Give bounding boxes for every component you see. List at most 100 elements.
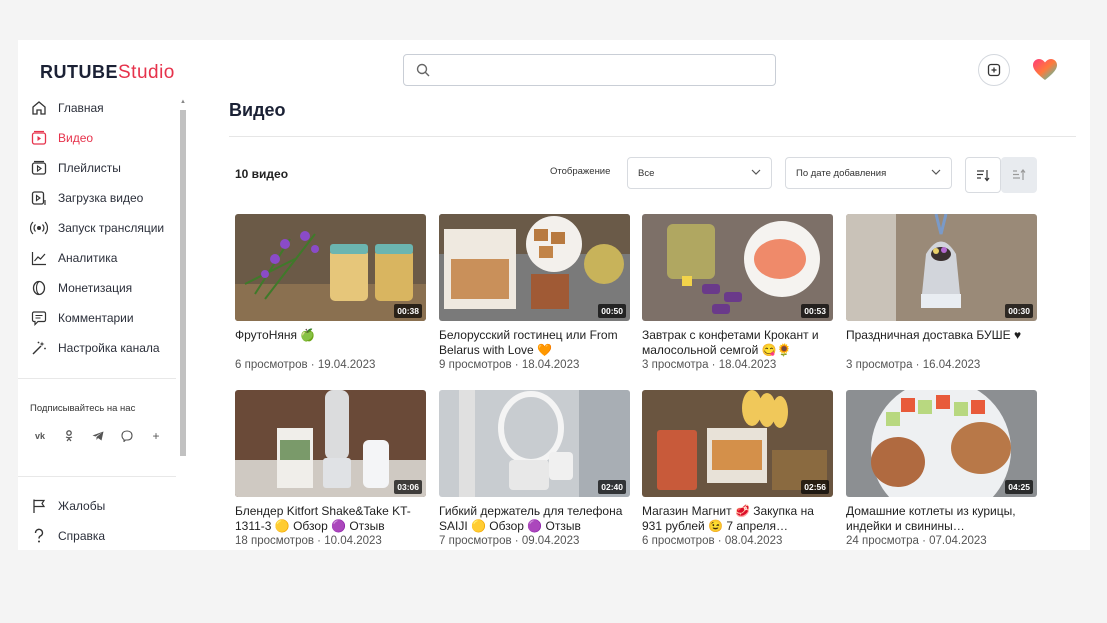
sidebar-item-playlists[interactable]: Плейлисты bbox=[30, 156, 121, 180]
sidebar-item-channel-settings[interactable]: Настройка канала bbox=[30, 336, 160, 360]
heart-avatar-icon[interactable] bbox=[1032, 58, 1058, 87]
sidebar-item-broadcast[interactable]: Запуск трансляции bbox=[30, 216, 164, 240]
monetization-icon bbox=[30, 279, 48, 297]
video-card[interactable]: 03:06 Блендер Kitfort Shake&Take KT-1311… bbox=[235, 390, 426, 547]
scroll-up-arrow-icon[interactable]: ▲ bbox=[180, 99, 186, 105]
video-thumbnail[interactable]: 00:50 bbox=[439, 214, 630, 321]
sidebar-item-analytics[interactable]: Аналитика bbox=[30, 246, 117, 270]
sort-select[interactable]: По дате добавления bbox=[785, 157, 952, 189]
plus-icon[interactable]: + bbox=[146, 426, 166, 446]
video-thumbnail[interactable]: 00:38 bbox=[235, 214, 426, 321]
sidebar-item-label: Главная bbox=[58, 101, 104, 115]
sidebar-item-upload-video[interactable]: Загрузка видео bbox=[30, 186, 143, 210]
video-meta: 3 просмотра · 16.04.2023 bbox=[846, 359, 981, 371]
sidebar-item-video[interactable]: Видео bbox=[30, 126, 93, 150]
video-icon bbox=[30, 129, 48, 147]
title-divider bbox=[229, 136, 1076, 137]
video-duration: 02:40 bbox=[598, 480, 626, 494]
page-title: Видео bbox=[229, 100, 286, 120]
video-views: 18 просмотров bbox=[235, 535, 314, 547]
video-thumbnail[interactable]: 03:06 bbox=[235, 390, 426, 497]
logo-text-studio: Studio bbox=[118, 62, 175, 83]
scrollbar-thumb[interactable] bbox=[180, 110, 186, 456]
video-card[interactable]: 00:53 Завтрак с конфетами Крокант и мало… bbox=[642, 214, 833, 371]
sidebar-item-label: Монетизация bbox=[58, 281, 133, 295]
sort-ascending-button[interactable] bbox=[1001, 157, 1037, 193]
video-thumbnail[interactable]: 00:30 bbox=[846, 214, 1037, 321]
video-date: 08.04.2023 bbox=[724, 535, 783, 547]
viber-icon[interactable] bbox=[117, 426, 137, 446]
video-card[interactable]: 02:40 Гибкий держатель для телефона SAIJ… bbox=[439, 390, 630, 547]
video-title[interactable]: Белорусский гостинец или From Belarus wi… bbox=[439, 328, 630, 358]
video-title[interactable]: Гибкий держатель для телефона SAIJI 🟡 Об… bbox=[439, 504, 630, 534]
video-card[interactable]: 04:25 Домашние котлеты из курицы, индейк… bbox=[846, 390, 1037, 547]
sidebar-item-label: Загрузка видео bbox=[58, 191, 144, 205]
sidebar-divider bbox=[18, 378, 176, 379]
sort-ascending-icon bbox=[1013, 169, 1026, 180]
sidebar-item-label: Видео bbox=[58, 131, 94, 145]
video-meta: 6 просмотров · 08.04.2023 bbox=[642, 535, 783, 547]
video-views: 6 просмотров bbox=[235, 359, 308, 371]
video-date: 18.04.2023 bbox=[718, 359, 777, 371]
video-duration: 00:38 bbox=[394, 304, 422, 318]
video-meta: 18 просмотров · 10.04.2023 bbox=[235, 535, 382, 547]
sidebar-item-monetization[interactable]: Монетизация bbox=[30, 276, 132, 300]
rutube-studio-logo[interactable]: RUTUBEStudio bbox=[40, 62, 175, 84]
video-card[interactable]: 02:56 Магазин Магнит 🥩 Закупка на 931 ру… bbox=[642, 390, 833, 547]
sidebar-item-help[interactable]: Справка bbox=[30, 524, 105, 548]
video-date: 10.04.2023 bbox=[324, 535, 382, 547]
sidebar-item-label: Аналитика bbox=[58, 251, 118, 265]
video-meta: 9 просмотров · 18.04.2023 bbox=[439, 359, 580, 371]
video-thumbnail[interactable]: 02:40 bbox=[439, 390, 630, 497]
upload-video-icon bbox=[30, 189, 48, 207]
search-box[interactable] bbox=[403, 54, 776, 86]
video-card[interactable]: 00:38 ФрутоНяня 🍏 6 просмотров · 19.04.2… bbox=[235, 214, 426, 371]
sidebar-scrollbar[interactable]: ▲ bbox=[178, 96, 188, 550]
sidebar-item-label: Справка bbox=[58, 529, 106, 543]
analytics-icon bbox=[30, 249, 48, 267]
upload-button[interactable] bbox=[978, 54, 1010, 86]
video-duration: 00:30 bbox=[1005, 304, 1033, 318]
video-title[interactable]: Праздничная доставка БУШЕ ♥ bbox=[846, 328, 1037, 358]
sort-descending-button[interactable] bbox=[965, 157, 1001, 193]
video-card[interactable]: 00:30 Праздничная доставка БУШЕ ♥ 3 прос… bbox=[846, 214, 1037, 371]
video-date: 19.04.2023 bbox=[317, 359, 376, 371]
home-icon bbox=[30, 99, 48, 117]
telegram-icon[interactable] bbox=[88, 426, 108, 446]
video-title[interactable]: Блендер Kitfort Shake&Take KT-1311-3 🟡 О… bbox=[235, 504, 426, 534]
video-duration: 02:56 bbox=[801, 480, 829, 494]
video-title[interactable]: Завтрак с конфетами Крокант и малосольно… bbox=[642, 328, 833, 358]
video-title[interactable]: Магазин Магнит 🥩 Закупка на 931 рублей 😉… bbox=[642, 504, 833, 534]
sidebar-item-complaints[interactable]: Жалобы bbox=[30, 494, 105, 518]
video-duration: 04:25 bbox=[1005, 480, 1033, 494]
vk-icon[interactable]: vk bbox=[30, 426, 50, 446]
display-filter-label: Отображение bbox=[550, 166, 611, 177]
video-meta: 6 просмотров · 19.04.2023 bbox=[235, 359, 376, 371]
video-views: 6 просмотров bbox=[642, 535, 715, 547]
video-date: 09.04.2023 bbox=[521, 535, 580, 547]
settings-wand-icon bbox=[30, 339, 48, 357]
sidebar-item-label: Комментарии bbox=[58, 311, 134, 325]
chevron-down-icon bbox=[751, 169, 761, 175]
video-views: 9 просмотров bbox=[439, 359, 512, 371]
video-thumbnail[interactable]: 04:25 bbox=[846, 390, 1037, 497]
sidebar-divider-bottom bbox=[18, 476, 176, 477]
video-title[interactable]: ФрутоНяня 🍏 bbox=[235, 328, 426, 358]
sort-descending-icon bbox=[977, 170, 990, 182]
broadcast-icon bbox=[30, 219, 48, 237]
video-thumbnail[interactable]: 00:53 bbox=[642, 214, 833, 321]
playlist-icon bbox=[30, 159, 48, 177]
sort-value: По дате добавления bbox=[796, 168, 887, 179]
video-card[interactable]: 00:50 Белорусский гостинец или From Bela… bbox=[439, 214, 630, 371]
video-duration: 00:50 bbox=[598, 304, 626, 318]
display-filter-select[interactable]: Все bbox=[627, 157, 772, 189]
sidebar-item-comments[interactable]: Комментарии bbox=[30, 306, 134, 330]
video-meta: 24 просмотра · 07.04.2023 bbox=[846, 535, 987, 547]
video-thumbnail[interactable]: 02:56 bbox=[642, 390, 833, 497]
video-title[interactable]: Домашние котлеты из курицы, индейки и св… bbox=[846, 504, 1037, 534]
search-input[interactable] bbox=[438, 61, 758, 79]
video-views: 24 просмотра bbox=[846, 535, 919, 547]
sidebar-item-home[interactable]: Главная bbox=[30, 96, 104, 120]
video-views: 3 просмотра bbox=[642, 359, 709, 371]
ok-icon[interactable] bbox=[59, 426, 79, 446]
